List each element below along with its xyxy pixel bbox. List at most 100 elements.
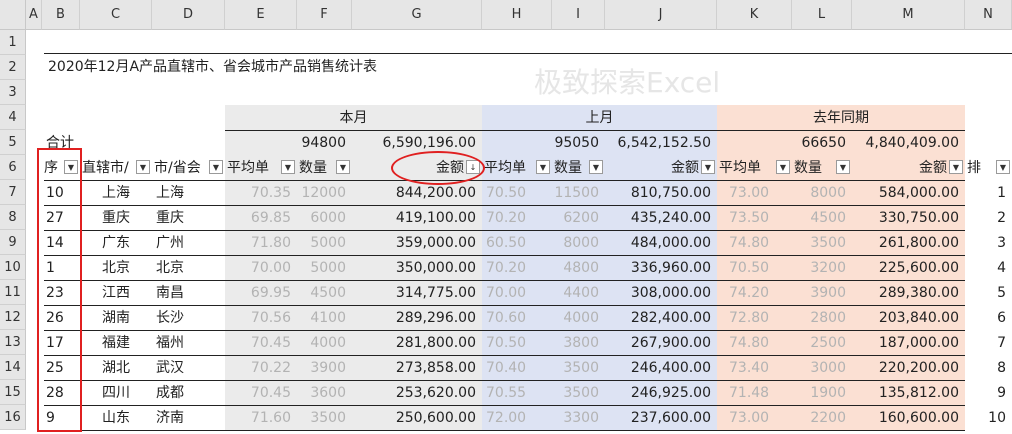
cell-p-avg[interactable]: 73.00	[729, 184, 769, 202]
cell-p-avg[interactable]: 72.80	[729, 309, 769, 327]
column-header-h[interactable]: H	[482, 0, 552, 30]
cell-p-qty[interactable]: 2800	[792, 309, 846, 327]
cell-p-qty[interactable]: 8000	[792, 184, 846, 202]
row-header-12[interactable]: 12	[0, 305, 26, 330]
cell-region[interactable]: 湖北	[80, 359, 152, 377]
row-header-3[interactable]: 3	[0, 80, 26, 105]
cell-l-qty[interactable]: 3800	[552, 334, 599, 352]
cell-region[interactable]: 北京	[80, 259, 152, 277]
cell-c-qty[interactable]: 4500	[297, 284, 346, 302]
cell-region[interactable]: 广东	[80, 234, 152, 252]
cell-c-avg[interactable]: 70.56	[225, 309, 291, 327]
cell-city[interactable]: 成都	[156, 384, 184, 402]
cell-l-avg[interactable]: 60.50	[486, 234, 526, 252]
cell-c-avg[interactable]: 70.00	[225, 259, 291, 277]
row-header-4[interactable]: 4	[0, 105, 26, 130]
cell-c-amt[interactable]: 314,775.00	[352, 284, 476, 302]
cell-p-avg[interactable]: 74.20	[729, 284, 769, 302]
row-header-10[interactable]: 10	[0, 255, 26, 280]
row-header-9[interactable]: 9	[0, 230, 26, 255]
row-header-1[interactable]: 1	[0, 30, 26, 55]
cell-p-avg[interactable]: 74.80	[729, 334, 769, 352]
cell-p-avg[interactable]: 73.40	[729, 359, 769, 377]
cell-l-qty[interactable]: 11500	[552, 184, 599, 202]
cell-p-amt[interactable]: 330,750.00	[852, 209, 959, 227]
cell-city[interactable]: 福州	[156, 334, 184, 352]
cell-p-qty[interactable]: 4500	[792, 209, 846, 227]
column-header-g[interactable]: G	[352, 0, 482, 30]
cell-p-amt[interactable]: 289,380.00	[852, 284, 959, 302]
cell-p-qty[interactable]: 3500	[792, 234, 846, 252]
column-header-d[interactable]: D	[152, 0, 225, 30]
cell-city[interactable]: 广州	[156, 234, 184, 252]
cell-p-qty[interactable]: 1900	[792, 384, 846, 402]
cell-rank[interactable]: 5	[965, 284, 1006, 302]
header-city-direct-filter-dropdown-icon[interactable]: ▼	[136, 160, 150, 174]
row-header-13[interactable]: 13	[0, 330, 26, 355]
header-prev-qty-filter-dropdown-icon[interactable]: ▼	[836, 160, 850, 174]
cell-l-qty[interactable]: 3500	[552, 384, 599, 402]
cell-p-qty[interactable]: 3000	[792, 359, 846, 377]
header-current-qty-filter-dropdown-icon[interactable]: ▼	[336, 160, 350, 174]
cell-region[interactable]: 山东	[80, 409, 152, 427]
column-header-n[interactable]: N	[965, 0, 1012, 30]
cell-l-qty[interactable]: 4000	[552, 309, 599, 327]
cell-c-avg[interactable]: 69.85	[225, 209, 291, 227]
cell-region[interactable]: 四川	[80, 384, 152, 402]
cell-rank[interactable]: 3	[965, 234, 1006, 252]
cell-c-qty[interactable]: 4000	[297, 334, 346, 352]
cell-l-qty[interactable]: 4400	[552, 284, 599, 302]
cell-l-avg[interactable]: 70.20	[486, 209, 526, 227]
cell-region[interactable]: 湖南	[80, 309, 152, 327]
cell-city[interactable]: 南昌	[156, 284, 184, 302]
cell-l-qty[interactable]: 3300	[552, 409, 599, 427]
cell-rank[interactable]: 8	[965, 359, 1006, 377]
cell-c-amt[interactable]: 250,600.00	[352, 409, 476, 427]
column-header-e[interactable]: E	[225, 0, 297, 30]
cell-city[interactable]: 长沙	[156, 309, 184, 327]
cell-c-qty[interactable]: 4100	[297, 309, 346, 327]
cell-c-qty[interactable]: 5000	[297, 259, 346, 277]
column-header-b[interactable]: B	[42, 0, 80, 30]
cell-l-amt[interactable]: 810,750.00	[605, 184, 711, 202]
header-rank-filter-dropdown-icon[interactable]: ▼	[996, 160, 1010, 174]
cell-c-qty[interactable]: 6000	[297, 209, 346, 227]
cell-p-amt[interactable]: 261,800.00	[852, 234, 959, 252]
cell-c-avg[interactable]: 71.60	[225, 409, 291, 427]
cell-rank[interactable]: 9	[965, 384, 1006, 402]
cell-p-amt[interactable]: 187,000.00	[852, 334, 959, 352]
cell-c-amt[interactable]: 844,200.00	[352, 184, 476, 202]
cell-p-avg[interactable]: 74.80	[729, 234, 769, 252]
cell-l-qty[interactable]: 6200	[552, 209, 599, 227]
row-header-8[interactable]: 8	[0, 205, 26, 230]
row-header-15[interactable]: 15	[0, 380, 26, 405]
row-header-5[interactable]: 5	[0, 130, 26, 155]
cell-c-amt[interactable]: 350,000.00	[352, 259, 476, 277]
cell-p-qty[interactable]: 3900	[792, 284, 846, 302]
cell-c-avg[interactable]: 70.45	[225, 334, 291, 352]
cell-c-amt[interactable]: 419,100.00	[352, 209, 476, 227]
cell-c-qty[interactable]: 3500	[297, 409, 346, 427]
cell-l-avg[interactable]: 70.50	[486, 334, 526, 352]
cell-p-avg[interactable]: 71.48	[729, 384, 769, 402]
cell-p-amt[interactable]: 584,000.00	[852, 184, 959, 202]
cell-c-amt[interactable]: 273,858.00	[352, 359, 476, 377]
column-header-k[interactable]: K	[717, 0, 792, 30]
cell-p-amt[interactable]: 203,840.00	[852, 309, 959, 327]
cell-city[interactable]: 重庆	[156, 209, 184, 227]
cell-rank[interactable]: 6	[965, 309, 1006, 327]
row-header-11[interactable]: 11	[0, 280, 26, 305]
header-last-avg-price-filter-dropdown-icon[interactable]: ▼	[536, 160, 550, 174]
cell-l-amt[interactable]: 282,400.00	[605, 309, 711, 327]
header-current-avg-price-filter-dropdown-icon[interactable]: ▼	[281, 160, 295, 174]
header-prev-avg-price-filter-dropdown-icon[interactable]: ▼	[776, 160, 790, 174]
cell-city[interactable]: 上海	[156, 184, 184, 202]
cell-p-qty[interactable]: 3200	[792, 259, 846, 277]
cell-p-avg[interactable]: 73.00	[729, 409, 769, 427]
cell-c-avg[interactable]: 69.95	[225, 284, 291, 302]
cell-rank[interactable]: 4	[965, 259, 1006, 277]
column-header-m[interactable]: M	[852, 0, 965, 30]
column-header-a[interactable]: A	[26, 0, 42, 30]
cell-c-avg[interactable]: 71.80	[225, 234, 291, 252]
cell-region[interactable]: 上海	[80, 184, 152, 202]
